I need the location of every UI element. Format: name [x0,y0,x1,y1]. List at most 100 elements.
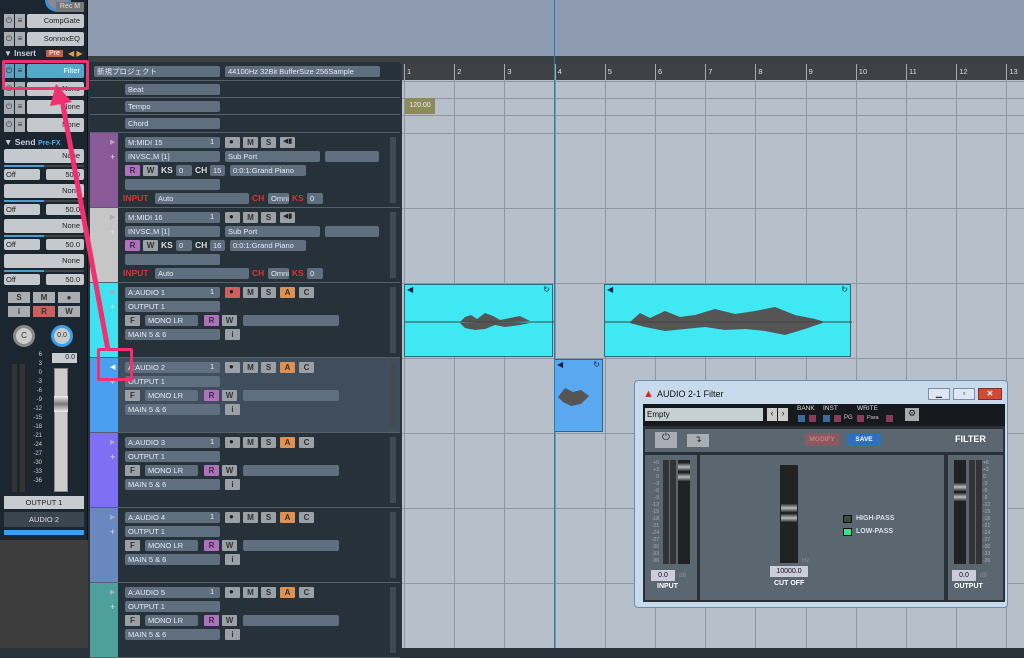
track-scrollbar[interactable] [390,287,396,353]
solo-button[interactable]: S [261,212,276,223]
write-button[interactable]: W [222,540,237,551]
c-button[interactable]: C [299,287,314,298]
bypass-button[interactable]: ↴ [687,434,709,447]
c-button[interactable]: C [299,437,314,448]
cutoff-value[interactable]: 10000.0 [770,566,808,577]
midi-extra[interactable] [325,226,379,237]
high-pass-toggle[interactable] [843,515,852,523]
minimize-button[interactable]: ▁ [928,388,950,400]
ruler-bar-number[interactable]: 6 [655,64,662,80]
solo-button[interactable]: S [261,287,276,298]
maximize-button[interactable]: ▫ [953,388,975,400]
next-preset-button[interactable]: › [778,408,788,421]
mute-button[interactable]: M [243,512,258,523]
solo-button[interactable]: S [261,437,276,448]
audio-clip[interactable]: ◀ ↻ [404,284,554,357]
output-select[interactable]: OUTPUT 1 [125,451,220,462]
read-button[interactable]: R [204,540,219,551]
pg-toggle[interactable] [857,415,864,422]
playhead[interactable] [554,0,555,648]
audio-clip[interactable]: ◀ ↻ [604,284,852,357]
info-button[interactable]: i [225,479,240,490]
midi-port[interactable]: Sub Port [225,151,320,162]
prev-preset-button[interactable]: ‹ [767,408,777,421]
ruler-bar-number[interactable]: 12 [956,64,968,80]
track-scrollbar[interactable] [390,437,396,503]
info-button[interactable]: i [225,629,240,640]
read-button[interactable]: R [204,465,219,476]
audio-track[interactable]: ▶ + A:AUDIO 31 ● MSAC OUTPUT 1 F MONO LR R… [90,433,400,508]
mute-button[interactable]: M [243,362,258,373]
output-value[interactable]: 0.0 [952,570,976,581]
audio-blank[interactable] [243,540,339,551]
cutoff-fader-handle[interactable] [781,503,797,523]
bus-select[interactable]: MAIN 5 & 6 [125,479,220,490]
output-fader-handle[interactable] [954,482,966,502]
bus-select[interactable]: MAIN 5 & 6 [125,629,220,640]
loop-icon[interactable]: ↻ [841,285,848,294]
info-button[interactable]: i [225,554,240,565]
program-select[interactable]: 0:0:1:Grand Piano [230,240,306,251]
mute-button[interactable]: M [243,587,258,598]
output-fader[interactable] [954,460,966,564]
write-button[interactable]: W [222,615,237,626]
f-button[interactable]: F [125,615,140,626]
input-mode[interactable]: MONO LR [145,540,198,551]
midi-extra[interactable] [325,151,379,162]
mute-button[interactable]: M [243,137,258,148]
expand-icon[interactable]: ▶ [110,438,115,446]
c-button[interactable]: C [299,362,314,373]
modify-button[interactable]: MODIFY [805,433,839,446]
track-name[interactable]: A:AUDIO 4 [125,512,220,523]
auto-button[interactable]: A [280,437,295,448]
mute-button[interactable]: M [243,287,258,298]
output-select[interactable]: OUTPUT 1 [125,526,220,537]
input-value[interactable]: 0.0 [651,570,675,581]
audio-blank[interactable] [243,315,339,326]
tempo-event[interactable]: 120.00 [405,98,435,114]
mute-button[interactable]: M [243,437,258,448]
info-button[interactable]: i [225,329,240,340]
ruler-bar-number[interactable]: 13 [1006,64,1018,80]
input-fader-handle[interactable] [678,462,690,482]
output-select[interactable]: OUTPUT 1 [125,601,220,612]
power-button[interactable]: ⏻ [655,432,677,448]
bus-select[interactable]: MAIN 5 & 6 [125,404,220,415]
ruler-bar-number[interactable]: 10 [855,64,867,80]
solo-button[interactable]: S [261,137,276,148]
ruler-bar-number[interactable]: 4 [554,64,562,80]
midi-port[interactable]: Sub Port [225,226,320,237]
bank-toggle[interactable] [798,415,805,422]
track-name[interactable]: A:AUDIO 3 [125,437,220,448]
read-button[interactable]: R [204,615,219,626]
settings-gear-icon[interactable]: ⚙ [905,408,919,421]
add-icon[interactable]: + [110,527,115,537]
expand-icon[interactable]: ▶ [110,513,115,521]
inst-toggle[interactable] [823,415,830,422]
ruler-bar-number[interactable]: 11 [906,64,917,80]
ruler-bar-number[interactable]: 8 [755,64,763,80]
ruler-bar-number[interactable]: 5 [604,64,612,80]
auto-button[interactable]: A [280,362,295,373]
inst-toggle[interactable] [834,415,841,422]
bank-toggle[interactable] [809,415,816,422]
audio-blank[interactable] [243,390,339,401]
info-button[interactable]: i [225,404,240,415]
ruler-bar-number[interactable]: 7 [705,64,712,80]
loop-icon[interactable]: ↻ [593,360,600,369]
program-select[interactable]: 0:0:1:Grand Piano [230,165,306,176]
track-scrollbar[interactable] [390,362,396,428]
track-scrollbar[interactable] [390,137,396,203]
track-scrollbar[interactable] [390,212,396,278]
ruler[interactable]: 1 2 3 4 5 6 7 8 9 10 11 12 13 [402,64,1024,80]
input-mode[interactable]: MONO LR [145,615,198,626]
ruler-bar-number[interactable]: 2 [454,64,461,80]
audio-blank[interactable] [243,465,339,476]
close-button[interactable]: ✕ [978,388,1002,400]
solo-button[interactable]: S [261,362,276,373]
track-name[interactable]: A:AUDIO 5 [125,587,220,598]
input-channel[interactable]: Omni [268,193,289,204]
low-pass-toggle[interactable] [843,528,852,536]
input-ks[interactable]: 0 [307,193,323,204]
auto-button[interactable]: A [280,587,295,598]
